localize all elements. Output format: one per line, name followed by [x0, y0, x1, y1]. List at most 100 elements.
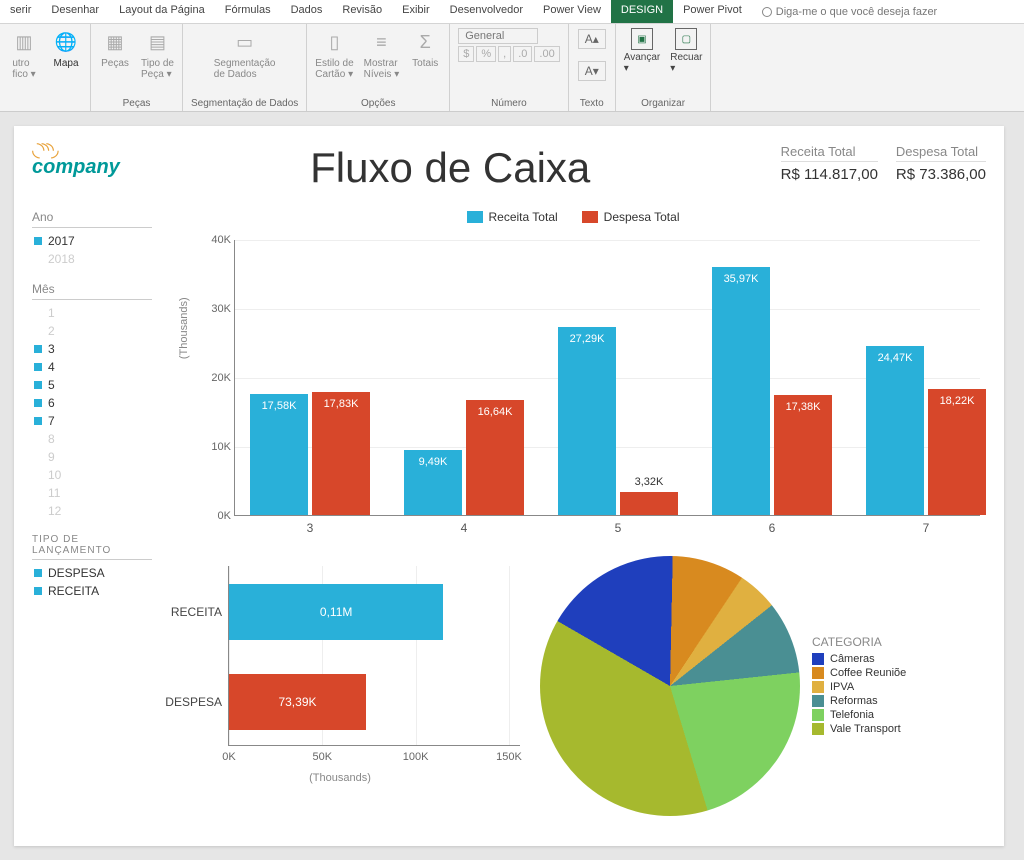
- tab-desenvolvedor[interactable]: Desenvolvedor: [440, 0, 533, 23]
- levels-icon: ≡: [367, 28, 395, 56]
- lightbulb-icon: [762, 7, 772, 17]
- ribbon-pecas[interactable]: ▦ Peças: [99, 28, 131, 80]
- pie-legend-item-Vale-Transport[interactable]: Vale Transport: [812, 723, 906, 735]
- ribbon-slicer[interactable]: ▭ Segmentaçãode Dados: [214, 28, 276, 80]
- category-pie-chart[interactable]: [540, 556, 800, 816]
- slicer-ano-item-2018[interactable]: 2018: [32, 250, 152, 268]
- tab-formulas[interactable]: Fórmulas: [215, 0, 281, 23]
- slicer-mes-item-10[interactable]: 10: [32, 466, 152, 484]
- slicer-mes-item-5[interactable]: 5: [32, 376, 152, 394]
- tab-inserir[interactable]: serir: [0, 0, 41, 23]
- bar-Receita-Total-3[interactable]: 17,58K: [250, 394, 308, 515]
- pie-legend-item-Coffee-Reuniõe[interactable]: Coffee Reuniõe: [812, 667, 906, 679]
- hbar-xaxis-title: (Thousands): [160, 772, 520, 784]
- hbar-DESPESA[interactable]: 73,39K: [229, 674, 366, 730]
- slicer-mes-item-2[interactable]: 2: [32, 322, 152, 340]
- ribbon-mapa[interactable]: 🌐 Mapa: [50, 28, 82, 80]
- slicer-mes-item-4[interactable]: 4: [32, 358, 152, 376]
- slicer-mes-item-11[interactable]: 11: [32, 484, 152, 502]
- pie-legend: CATEGORIA CâmerasCoffee ReuniõeIPVARefor…: [812, 635, 906, 737]
- tab-exibir[interactable]: Exibir: [392, 0, 440, 23]
- ribbon-tipo-peca[interactable]: ▤ Tipo dePeça ▾: [141, 28, 174, 80]
- xtick: 5: [558, 521, 678, 535]
- monthly-bar-chart[interactable]: (Thousands) 0K10K20K30K40K17,58K17,83K39…: [184, 240, 980, 540]
- logo-arc-icon: ◟◝◝◝◞: [32, 144, 56, 156]
- bar-Receita-Total-5[interactable]: 27,29K: [558, 327, 616, 515]
- slicer-mes-item-9[interactable]: 9: [32, 448, 152, 466]
- slicer-ano[interactable]: Ano 20172018: [32, 210, 152, 268]
- ribbon-bring-forward[interactable]: ▣ Avançar▾: [624, 28, 661, 74]
- ribbon-send-backward[interactable]: ▢ Recuar▾: [670, 28, 702, 74]
- tab-powerpivot[interactable]: Power Pivot: [673, 0, 752, 23]
- total-despesa-label: Despesa Total: [896, 144, 986, 162]
- bar-Receita-Total-4[interactable]: 9,49K: [404, 450, 462, 515]
- tell-me-search[interactable]: Diga-me o que você deseja fazer: [752, 0, 947, 23]
- tab-powerview[interactable]: Power View: [533, 0, 611, 23]
- bar-Receita-Total-7[interactable]: 24,47K: [866, 346, 924, 515]
- powerview-canvas[interactable]: ◟◝◝◝◞ company Fluxo de Caixa Receita Tot…: [14, 126, 1004, 846]
- pie-swatch-icon: [812, 709, 824, 721]
- pie-legend-item-Câmeras[interactable]: Câmeras: [812, 653, 906, 665]
- ribbon: ▥ utrofico ▾ 🌐 Mapa ▦ Peças ▤ Tipo dePeç…: [0, 24, 1024, 112]
- slicer-ano-item-2017[interactable]: 2017: [32, 232, 152, 250]
- number-dec-dec[interactable]: .00: [534, 46, 559, 62]
- gridline: [235, 309, 980, 310]
- hgridline: [509, 566, 510, 745]
- slicer-mes-item-12[interactable]: 12: [32, 502, 152, 520]
- bar-Receita-Total-6[interactable]: 35,97K: [712, 267, 770, 515]
- chart-icon: ▥: [10, 28, 38, 56]
- ribbon-group-seg-label: Segmentação de Dados: [191, 96, 298, 109]
- tab-design[interactable]: DESIGN: [611, 0, 673, 23]
- ribbon-totals[interactable]: Σ Totais: [409, 28, 441, 80]
- slicer-tipo[interactable]: TIPO DE LANÇAMENTO DESPESARECEITA: [32, 534, 152, 600]
- pie-legend-item-IPVA[interactable]: IPVA: [812, 681, 906, 693]
- hbar-value-label: 0,11M: [320, 605, 352, 619]
- legend-swatch-receita: [467, 211, 483, 223]
- tab-layout[interactable]: Layout da Página: [109, 0, 215, 23]
- number-comma[interactable]: ,: [498, 46, 511, 62]
- bar-value-label: 27,29K: [558, 333, 616, 345]
- font-decrease[interactable]: A▾: [578, 61, 606, 81]
- slicer-mes-item-3[interactable]: 3: [32, 340, 152, 358]
- slicer-tipo-item-RECEITA[interactable]: RECEITA: [32, 582, 152, 600]
- xtick: 3: [250, 521, 370, 535]
- pie-legend-item-Telefonia[interactable]: Telefonia: [812, 709, 906, 721]
- number-percent[interactable]: %: [476, 46, 496, 62]
- ribbon-group-opcoes-label: Opções: [361, 96, 395, 109]
- total-receita: Receita Total R$ 114.817,00: [781, 144, 878, 183]
- slicer-mes-item-6[interactable]: 6: [32, 394, 152, 412]
- bar-Despesa-Total-7[interactable]: 18,22K: [928, 389, 986, 515]
- bar-Despesa-Total-5[interactable]: 3,32K: [620, 492, 678, 515]
- hbar-label-despesa: DESPESA: [164, 695, 222, 709]
- slicer-mes-item-7[interactable]: 7: [32, 412, 152, 430]
- ribbon-group-pecas-label: Peças: [123, 96, 151, 109]
- selected-marker-icon: [34, 381, 42, 389]
- tab-revisao[interactable]: Revisão: [332, 0, 392, 23]
- selected-marker-icon: [34, 345, 42, 353]
- font-increase[interactable]: A▴: [578, 29, 606, 49]
- slicer-mes-item-8[interactable]: 8: [32, 430, 152, 448]
- ribbon-show-levels[interactable]: ≡ MostrarNíveis ▾: [364, 28, 400, 80]
- slicer-mes[interactable]: Mês 123456789101112: [32, 282, 152, 520]
- total-despesa-value: R$ 73.386,00: [896, 166, 986, 183]
- ribbon-outro-grafico[interactable]: ▥ utrofico ▾: [8, 28, 40, 80]
- slicer-tipo-item-DESPESA[interactable]: DESPESA: [32, 564, 152, 582]
- ribbon-card-style[interactable]: ▯ Estilo deCartão ▾: [315, 28, 353, 80]
- bar-Despesa-Total-4[interactable]: 16,64K: [466, 400, 524, 515]
- tab-dados[interactable]: Dados: [281, 0, 333, 23]
- totals-hbar-chart[interactable]: 0K50K100K150K0,11M73,39K RECEITA DESPESA…: [160, 556, 520, 786]
- tab-desenhar[interactable]: Desenhar: [41, 0, 109, 23]
- number-format-select[interactable]: General: [458, 28, 538, 44]
- bar-Despesa-Total-3[interactable]: 17,83K: [312, 392, 370, 515]
- slicer-icon: ▭: [231, 28, 259, 56]
- hbar-RECEITA[interactable]: 0,11M: [229, 584, 443, 640]
- slicer-mes-item-1[interactable]: 1: [32, 304, 152, 322]
- yaxis-title: (Thousands): [178, 297, 190, 359]
- bar-Despesa-Total-6[interactable]: 17,38K: [774, 395, 832, 515]
- number-currency[interactable]: $: [458, 46, 474, 62]
- xtick: 4: [404, 521, 524, 535]
- legend-label-receita: Receita Total: [489, 210, 558, 224]
- totals-icon: Σ: [411, 28, 439, 56]
- pie-legend-item-Reformas[interactable]: Reformas: [812, 695, 906, 707]
- number-inc-dec[interactable]: .0: [513, 46, 532, 62]
